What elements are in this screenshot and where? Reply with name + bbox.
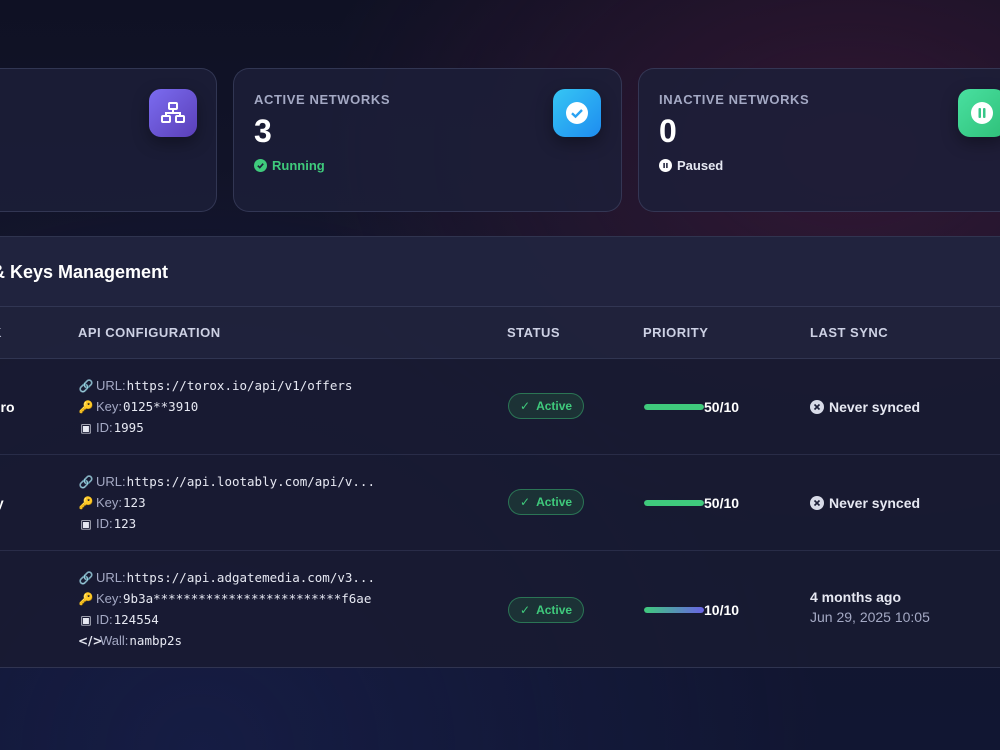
priority-bar-fill (644, 404, 704, 410)
priority-text: 50/10 (704, 495, 740, 511)
priority-text: 10/10 (704, 602, 740, 618)
id-label: ID: (96, 420, 113, 435)
status-text: Active (536, 495, 573, 509)
last-sync: 4 months ago Jun 29, 2025 10:05 (810, 589, 930, 625)
id-card-icon: ▣ (80, 516, 92, 531)
url-value: https://api.lootably.com/api/v... (126, 474, 375, 489)
panel-header: & Keys Management (0, 237, 1000, 307)
sync-text: 4 months ago (810, 589, 902, 605)
status-badge: ✓ Active (508, 597, 585, 623)
api-config: 🔗 URL: https://torox.io/api/v1/offers 🔑 Key… (78, 375, 353, 438)
url-label: URL: (96, 570, 126, 585)
check-icon: ✓ (520, 399, 531, 413)
key-icon: 🔑 (78, 399, 94, 414)
x-circle-icon (810, 496, 824, 510)
stat-value: 3 (254, 113, 272, 149)
wall-label: Wall: (100, 633, 129, 648)
id-card-icon: ▣ (80, 612, 92, 627)
keys-management-panel: & Keys Management K API CONFIGURATION ST… (0, 236, 1000, 668)
url-label: URL: (96, 474, 126, 489)
api-config: 🔗 URL: https://api.adgatemedia.com/v3... 🔑… (78, 567, 375, 651)
link-icon: 🔗 (78, 474, 94, 489)
network-icon (149, 89, 197, 137)
key-icon: 🔑 (78, 591, 94, 606)
id-value: 124554 (113, 612, 159, 627)
last-sync: Never synced (810, 399, 920, 415)
x-circle-icon (810, 400, 824, 414)
key-label: Key: (96, 495, 123, 510)
table-row[interactable]: ly 🔗URL:https://api.lootably.com/api/v..… (0, 455, 1000, 551)
table-header: K API CONFIGURATION STATUS PRIORITY LAST… (0, 307, 1000, 359)
id-value: 1995 (113, 420, 144, 435)
priority: 10/10 (644, 602, 739, 618)
link-icon: 🔗 (78, 570, 94, 585)
api-config: 🔗 URL: https://api.lootably.com/api/v... 🔑… (78, 471, 375, 534)
priority-bar (644, 500, 704, 506)
stat-card-inactive: INACTIVE NETWORKS 0 Paused (638, 68, 1000, 212)
column-header-last-sync[interactable]: LAST SYNC (810, 325, 888, 340)
id-card-icon: ▣ (80, 420, 92, 435)
network-name: oro (0, 399, 15, 415)
status-badge: ✓ Active (508, 393, 585, 419)
check-circle-icon (254, 159, 267, 172)
priority: 50/10 (644, 495, 739, 511)
stat-label: INACTIVE NETWORKS (659, 92, 810, 107)
stat-label: ACTIVE NETWORKS (254, 92, 391, 107)
stat-card-active: ACTIVE NETWORKS 3 Running (233, 68, 622, 212)
key-value: 123 (123, 495, 146, 510)
url-label: URL: (96, 378, 126, 393)
priority: 50/10 (644, 399, 739, 415)
id-value: 123 (113, 516, 137, 531)
key-value: 0125**3910 (123, 399, 199, 414)
check-icon: ✓ (520, 603, 531, 617)
column-header-api-config[interactable]: API CONFIGURATION (78, 325, 221, 340)
status-text: Active (536, 603, 573, 617)
link-icon: 🔗 (78, 378, 94, 393)
last-sync: Never synced (810, 495, 920, 511)
pause-icon (659, 159, 672, 172)
key-value: 9b3a*************************f6ae (123, 591, 372, 606)
priority-bar-fill (644, 607, 704, 613)
id-label: ID: (96, 516, 113, 531)
column-header-network[interactable]: K (0, 325, 2, 340)
stat-sub-label: Paused (677, 158, 724, 173)
stat-sub-label: Running (272, 158, 325, 173)
url-value: https://api.adgatemedia.com/v3... (126, 570, 375, 585)
panel-title: & Keys Management (0, 262, 169, 282)
code-icon: </> (78, 633, 103, 648)
priority-bar-fill (644, 500, 704, 506)
sync-date: Jun 29, 2025 10:05 (810, 609, 930, 625)
stat-card-total (0, 68, 217, 212)
stat-value: 0 (659, 113, 677, 149)
sync-text: Never synced (829, 399, 921, 415)
table-row[interactable]: oro 🔗URL:https://torox.io/api/v1/offers … (0, 359, 1000, 455)
priority-bar (644, 607, 704, 613)
priority-text: 50/10 (704, 399, 740, 415)
wall-value: nambp2s (129, 633, 183, 648)
key-label: Key: (96, 591, 123, 606)
priority-bar (644, 404, 704, 410)
check-icon: ✓ (520, 495, 531, 509)
column-header-status[interactable]: STATUS (507, 325, 560, 340)
table-row[interactable]: e 🔗URL:https://api.adgatemedia.com/v3...… (0, 551, 1000, 669)
sync-text: Never synced (829, 495, 921, 511)
url-value: https://torox.io/api/v1/offers (126, 378, 353, 393)
column-header-priority[interactable]: PRIORITY (643, 325, 708, 340)
paused-status: Paused (659, 158, 723, 173)
status-text: Active (536, 399, 573, 413)
status-badge: ✓ Active (508, 489, 585, 515)
network-name: ly (0, 495, 4, 511)
key-label: Key: (96, 399, 123, 414)
pause-icon (958, 89, 1000, 137)
running-status: Running (254, 158, 325, 173)
check-circle-icon (553, 89, 601, 137)
id-label: ID: (96, 612, 113, 627)
key-icon: 🔑 (78, 495, 94, 510)
